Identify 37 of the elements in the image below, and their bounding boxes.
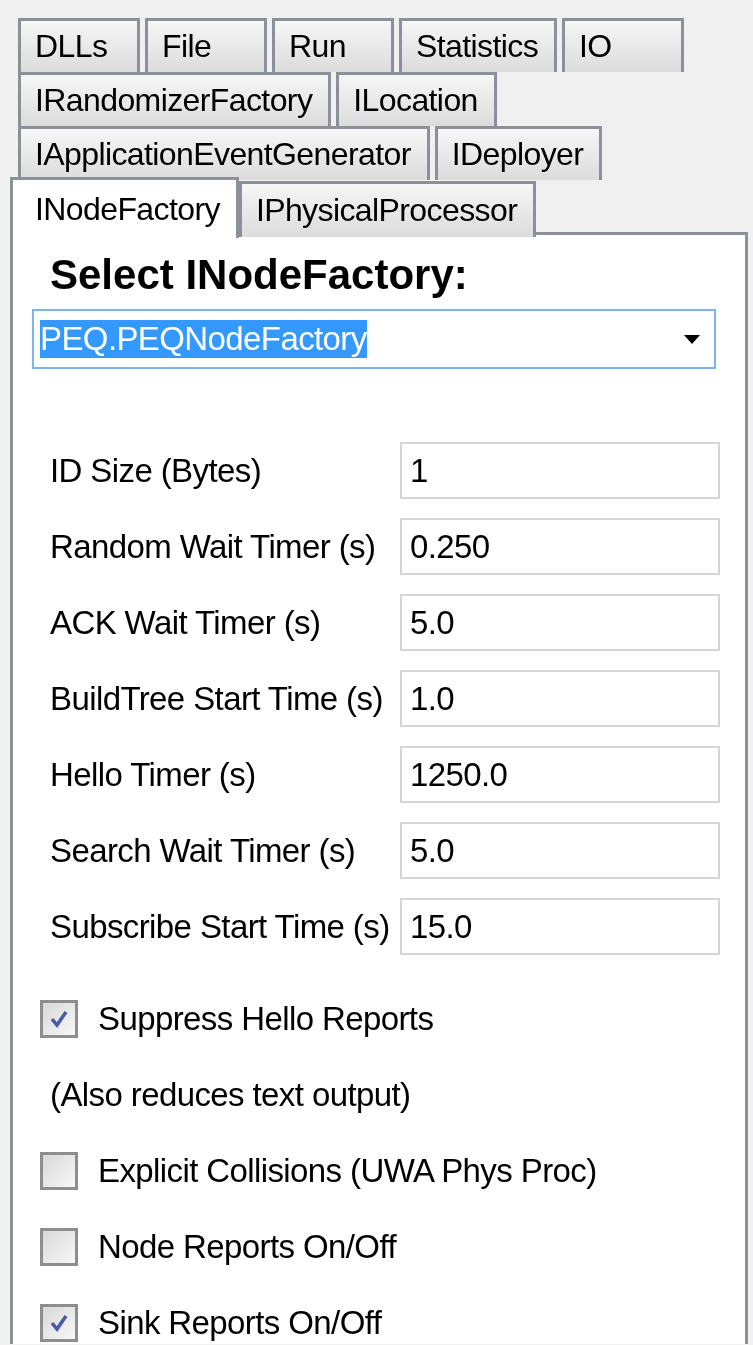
tab[interactable]: IO xyxy=(562,18,685,72)
tab[interactable]: IApplicationEventGenerator xyxy=(18,126,430,180)
field-label: Random Wait Timer (s) xyxy=(50,527,377,566)
checkmark-icon xyxy=(48,1008,70,1030)
tab[interactable]: Run xyxy=(272,18,394,72)
tab[interactable]: File xyxy=(145,18,267,72)
field-label: BuildTree Start Time (s) xyxy=(50,679,384,718)
tab[interactable]: IPhysicalProcessor xyxy=(238,181,537,237)
input-field[interactable]: 15.0 xyxy=(400,898,720,955)
field-label: ACK Wait Timer (s) xyxy=(50,603,322,642)
checkbox[interactable] xyxy=(40,1000,78,1038)
field-label: Hello Timer (s) xyxy=(50,755,257,794)
field-label: ID Size (Bytes) xyxy=(50,451,263,490)
checkbox-label: Suppress Hello Reports xyxy=(98,1000,434,1038)
checkbox-label: Sink Reports On/Off xyxy=(98,1304,382,1342)
input-field[interactable]: 1 xyxy=(400,442,720,499)
tab[interactable]: IRandomizerFactory xyxy=(18,72,332,126)
input-field[interactable]: 1.0 xyxy=(400,670,720,727)
tab[interactable]: DLLs xyxy=(18,18,140,72)
input-field[interactable]: 5.0 xyxy=(400,594,720,651)
checkbox-label: Explicit Collisions (UWA Phys Proc) xyxy=(98,1152,597,1190)
input-field[interactable]: 1250.0 xyxy=(400,746,720,803)
input-field[interactable]: 0.250 xyxy=(400,518,720,575)
caret-icon xyxy=(684,334,700,344)
note-text: (Also reduces text output) xyxy=(50,1076,411,1114)
field-label: Subscribe Start Time (s) xyxy=(50,907,391,946)
tab[interactable]: INodeFactory xyxy=(10,177,239,238)
input-field[interactable]: 5.0 xyxy=(400,822,720,879)
checkmark-icon xyxy=(48,1312,70,1334)
checkbox[interactable] xyxy=(40,1152,78,1190)
tab[interactable]: Statistics xyxy=(399,18,558,72)
checkbox-label: Node Reports On/Off xyxy=(98,1228,396,1266)
tab[interactable]: ILocation xyxy=(336,72,497,126)
checkbox[interactable] xyxy=(40,1304,78,1342)
tab[interactable]: IDeployer xyxy=(434,126,603,180)
checkbox[interactable] xyxy=(40,1228,78,1266)
field-label: Search Wait Timer (s) xyxy=(50,831,357,870)
